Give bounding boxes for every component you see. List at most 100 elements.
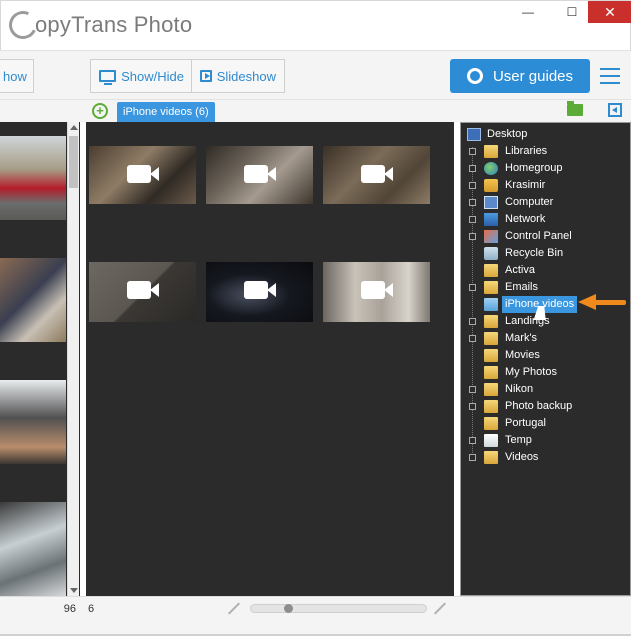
tree-item-label: Videos [505,451,539,463]
tree-item-label: Mark's [505,332,538,344]
video-camera-icon [127,281,159,299]
video-thumbnail[interactable] [89,262,196,322]
add-album-icon[interactable]: + [92,103,108,119]
album-content-pane [86,122,454,596]
folder-icon [484,366,498,379]
app-logo: opyTrans Photo [5,7,193,43]
thumbnail-size-slider[interactable] [250,604,427,613]
video-camera-icon [361,281,393,299]
expand-toggle[interactable] [469,233,476,240]
video-camera-icon [244,165,276,183]
tree-item-label: Activa [505,264,535,276]
photo-thumbnail[interactable] [0,502,66,596]
show-button[interactable]: how [0,59,34,93]
tree-item-label: Portugal [505,417,546,429]
folder-icon [484,332,498,345]
folder-icon [484,451,498,464]
video-thumbnail[interactable] [323,262,430,322]
tree-item-label: Movies [505,349,540,361]
video-thumbnail[interactable] [89,146,196,204]
scrollbar-thumb[interactable] [69,136,78,188]
video-thumbnail[interactable] [206,146,313,204]
expand-toggle[interactable] [469,284,476,291]
expand-toggle[interactable] [469,148,476,155]
desktop-icon [467,128,481,141]
zoom-in-icon[interactable] [433,602,446,615]
folder-icon [484,417,498,430]
expand-toggle[interactable] [469,318,476,325]
tree-item-label: Nikon [505,383,534,395]
temp-icon [484,434,498,447]
tree-guide-line [472,147,473,457]
user-folder-icon [484,179,498,192]
video-camera-icon [361,165,393,183]
scroll-down-icon[interactable] [70,588,78,593]
expand-toggle[interactable] [469,165,476,172]
album-item-count: 6 [88,603,95,615]
photo-thumbnail[interactable] [0,258,66,342]
lifebuoy-icon [466,68,483,84]
show-hide-label: Show/Hide [121,68,184,84]
photo-thumbnail[interactable] [0,380,66,464]
left-scrollbar[interactable] [67,122,79,596]
expand-toggle[interactable] [469,335,476,342]
slideshow-button[interactable]: Slideshow [191,59,285,93]
folder-icon [484,298,498,311]
tree-item-label: Emails [505,281,539,293]
maximize-button[interactable]: ☐ [557,1,587,23]
tab-iphone-videos[interactable]: iPhone videos (6) [117,102,215,122]
folder-icon [484,315,498,328]
tree-item-label: Control Panel [505,230,572,242]
show-button-label: how [3,68,27,84]
expand-toggle[interactable] [469,199,476,206]
slideshow-label: Slideshow [216,68,276,84]
expand-toggle[interactable] [469,216,476,223]
video-camera-icon [127,165,159,183]
hamburger-menu-icon[interactable] [600,68,620,84]
tree-item-label: Desktop [487,128,528,140]
minimize-button[interactable]: — [513,1,543,23]
slider-knob[interactable] [284,604,293,613]
tree-item-label: Photo backup [505,400,573,412]
collapse-panel-icon[interactable] [608,103,622,117]
album-tab-bar: + iPhone videos (6) [0,100,631,122]
expand-toggle[interactable] [469,437,476,444]
expand-toggle[interactable] [469,182,476,189]
user-guides-button[interactable]: User guides [450,59,590,93]
tree-item-label: Krasimir [505,179,546,191]
photo-thumbnail[interactable] [0,136,66,220]
slideshow-icon [200,70,212,82]
network-icon [484,213,498,226]
homegroup-icon [484,162,498,175]
expand-toggle[interactable] [469,403,476,410]
app-title: opyTrans Photo [35,12,193,37]
expand-toggle[interactable] [469,386,476,393]
user-guides-label: User guides [492,67,574,85]
open-folder-icon[interactable] [567,101,583,116]
zoom-out-icon[interactable] [227,602,240,615]
folder-icon [484,349,498,362]
video-camera-icon [244,281,276,299]
tree-item-label: Recycle Bin [505,247,564,259]
monitor-icon [99,70,117,85]
scroll-up-icon[interactable] [70,125,78,130]
video-thumbnail[interactable] [206,262,313,322]
close-button[interactable]: ✕ [588,1,631,23]
tree-item-label: Computer [505,196,554,208]
video-thumbnail[interactable] [323,146,430,204]
show-hide-button[interactable]: Show/Hide [90,59,193,93]
folder-tree-pane: Desktop Libraries Homegroup Krasimir Com… [460,122,631,596]
device-photo-count: 96 [63,603,76,615]
status-bar: 96 6 [0,596,631,636]
tree-item-label: Temp [505,434,532,446]
tree-item-label: Libraries [505,145,548,157]
toolbar: how Show/Hide Slideshow User guides [0,50,631,100]
folder-icon [484,383,498,396]
expand-toggle[interactable] [469,454,476,461]
folder-icon [484,264,498,277]
folder-icon [484,281,498,294]
folder-icon [484,400,498,413]
tree-item-label: Network [505,213,546,225]
recycle-bin-icon [484,247,498,260]
tree-item-label: Homegroup [505,162,563,174]
